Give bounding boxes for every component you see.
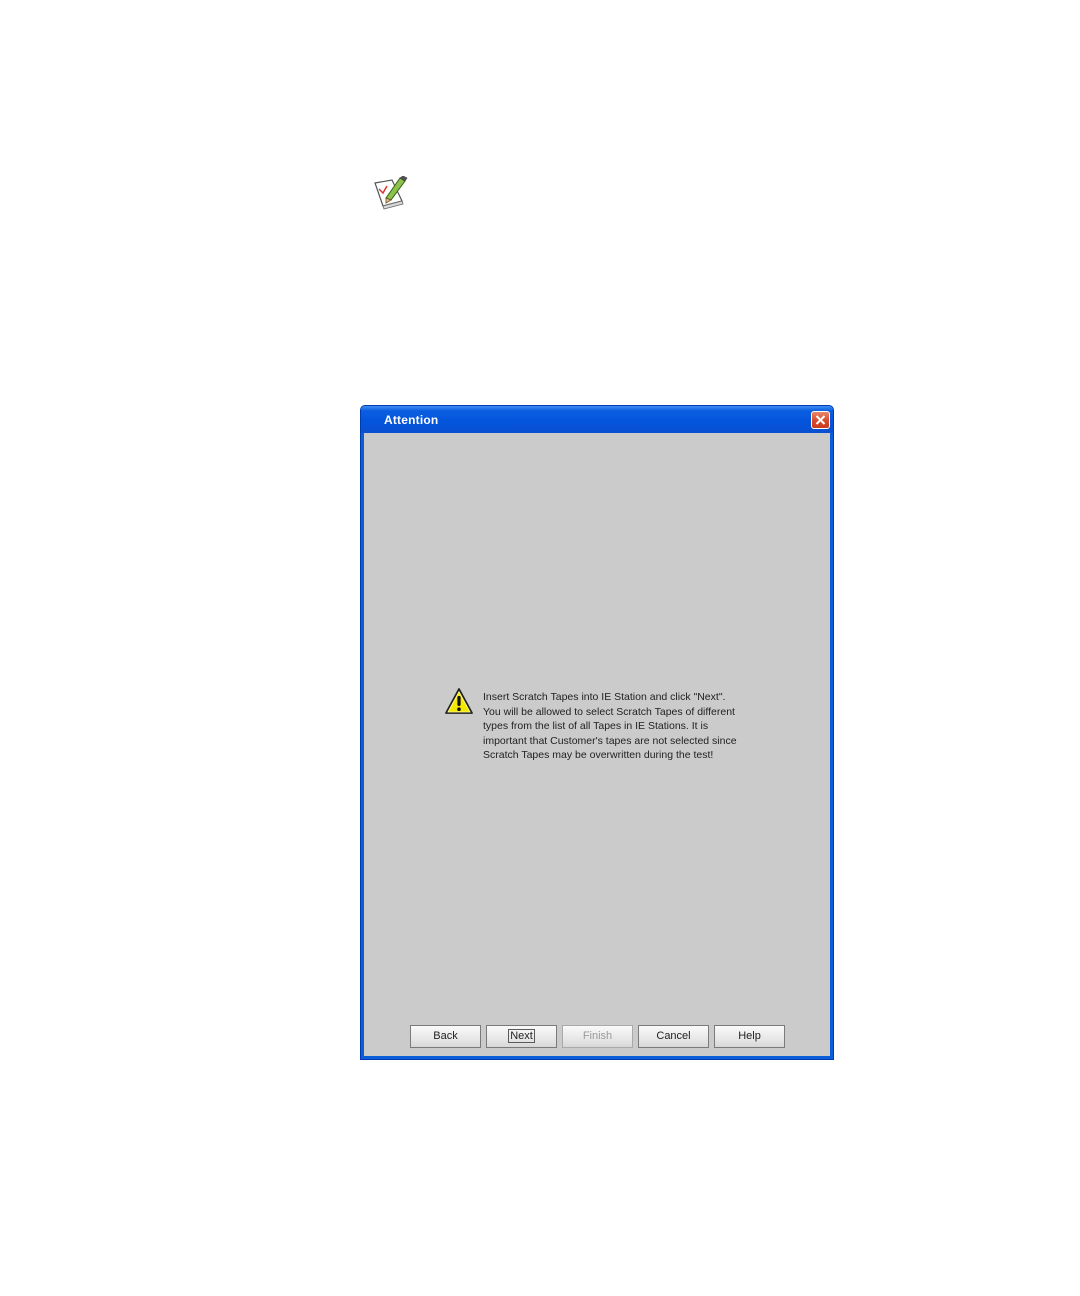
finish-button[interactable]: Finish [562, 1025, 633, 1048]
next-button[interactable]: Next [486, 1025, 557, 1048]
help-button[interactable]: Help [714, 1025, 785, 1048]
note-pencil-icon [372, 175, 410, 210]
message-text: Insert Scratch Tapes into IE Station and… [483, 691, 737, 761]
cancel-button[interactable]: Cancel [638, 1025, 709, 1048]
attention-dialog: Attention Insert Scratch Tapes into IE S… [360, 405, 834, 1060]
close-button[interactable] [811, 411, 830, 429]
back-button[interactable]: Back [410, 1025, 481, 1048]
warning-icon [444, 687, 474, 715]
close-icon [815, 415, 826, 425]
dialog-title: Attention [384, 413, 439, 427]
dialog-content: Insert Scratch Tapes into IE Station and… [364, 433, 830, 1056]
dialog-title-bar[interactable]: Attention [361, 406, 833, 433]
next-button-label: Next [508, 1029, 535, 1043]
